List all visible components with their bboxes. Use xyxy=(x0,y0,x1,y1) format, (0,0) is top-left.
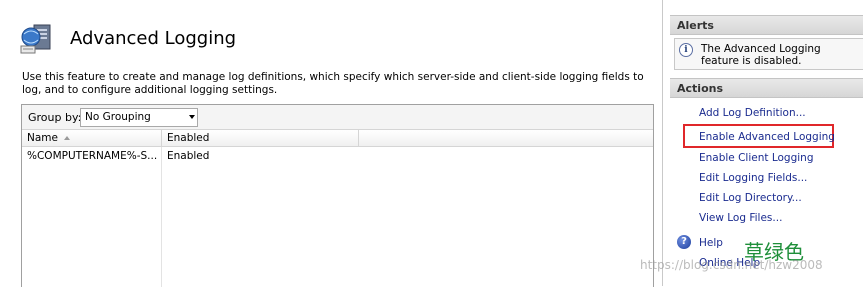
edit-log-directory-link[interactable]: Edit Log Directory... xyxy=(699,192,802,204)
column-header-label: Enabled xyxy=(167,132,210,144)
page-title: Advanced Logging xyxy=(70,28,237,49)
info-icon: i xyxy=(679,43,693,57)
sort-ascending-icon xyxy=(64,136,70,140)
column-header-label: Name xyxy=(27,132,58,144)
add-log-definition-link[interactable]: Add Log Definition... xyxy=(699,107,806,119)
chevron-down-icon[interactable] xyxy=(189,115,195,119)
help-link[interactable]: Help xyxy=(699,237,723,249)
column-header-row: Name Enabled xyxy=(22,130,653,147)
group-by-bar: Group by: No Grouping xyxy=(22,105,653,130)
alert-message-box: i The Advanced Logging feature is disabl… xyxy=(674,38,863,70)
enable-client-logging-link[interactable]: Enable Client Logging xyxy=(699,152,814,164)
alert-message: The Advanced Logging feature is disabled… xyxy=(701,43,821,67)
advanced-logging-icon xyxy=(20,24,51,54)
column-header-enabled[interactable]: Enabled xyxy=(162,130,359,146)
main-pane: Advanced Logging Use this feature to cre… xyxy=(0,0,663,287)
edit-logging-fields-link[interactable]: Edit Logging Fields... xyxy=(699,172,807,184)
group-by-label: Group by: xyxy=(28,111,82,124)
actions-header: Actions xyxy=(670,78,863,98)
help-icon[interactable]: ? xyxy=(677,235,691,249)
column-divider xyxy=(161,147,162,287)
column-header-name[interactable]: Name xyxy=(22,130,162,146)
group-by-dropdown[interactable]: No Grouping xyxy=(80,108,198,127)
page-description: Use this feature to create and manage lo… xyxy=(22,71,644,96)
view-log-files-link[interactable]: View Log Files... xyxy=(699,212,782,224)
alerts-header: Alerts xyxy=(670,15,863,35)
watermark-url: https://blog.csdn.net/hzw2008 xyxy=(640,258,823,272)
table-row[interactable]: %COMPUTERNAME%-S... Enabled xyxy=(22,150,653,164)
cell-enabled: Enabled xyxy=(167,150,210,162)
actions-title: Actions xyxy=(677,82,723,95)
group-by-value: No Grouping xyxy=(85,111,151,123)
enable-advanced-logging-link[interactable]: Enable Advanced Logging xyxy=(699,131,835,143)
cell-name: %COMPUTERNAME%-S... xyxy=(27,150,158,162)
log-definitions-list: Group by: No Grouping Name Enabled %COMP… xyxy=(21,104,654,287)
alerts-title: Alerts xyxy=(677,19,714,32)
